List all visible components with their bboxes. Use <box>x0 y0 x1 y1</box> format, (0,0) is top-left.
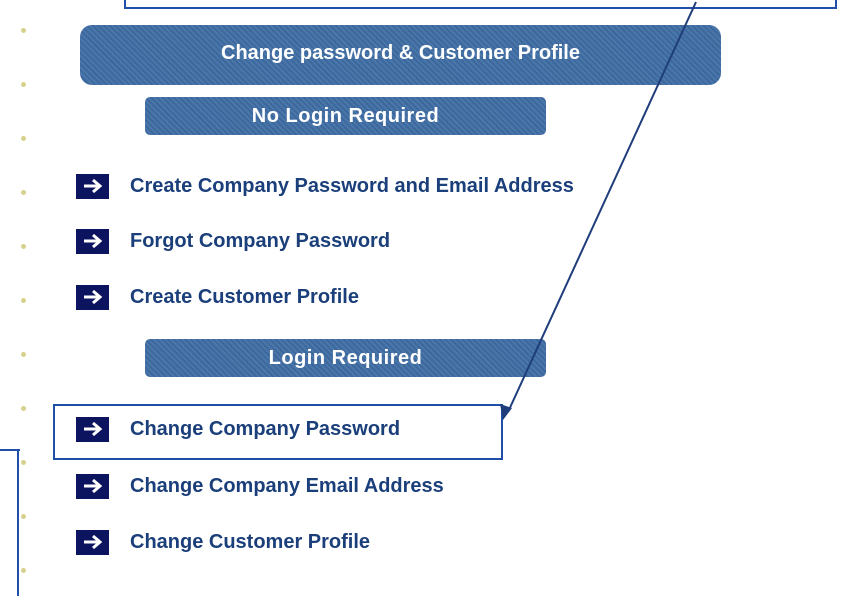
dotted-rail <box>18 0 28 596</box>
rail-dot <box>21 28 26 33</box>
arrow-right-icon <box>76 416 109 442</box>
rail-dot <box>21 82 26 87</box>
rail-dot <box>21 406 26 411</box>
link-label[interactable]: Change Company Password <box>130 418 400 441</box>
page-title: Change password & Customer Profile <box>221 41 580 64</box>
link-label[interactable]: Create Customer Profile <box>130 286 359 309</box>
link-label[interactable]: Change Company Email Address <box>130 475 444 498</box>
link-change-company-email[interactable]: Change Company Email Address <box>76 471 444 501</box>
arrow-right-icon <box>76 529 109 555</box>
link-change-company-password[interactable]: Change Company Password <box>76 414 400 444</box>
page: Change password & Customer Profile No Lo… <box>0 0 842 596</box>
rail-dot <box>21 190 26 195</box>
rail-dot <box>21 460 26 465</box>
section-no-login-label: No Login Required <box>251 104 440 127</box>
page-title-banner: Change password & Customer Profile <box>80 25 721 85</box>
section-no-login-header: No Login Required <box>145 97 546 135</box>
arrow-right-icon <box>76 228 109 254</box>
link-create-company-password[interactable]: Create Company Password and Email Addres… <box>76 171 574 201</box>
section-login-header: Login Required <box>145 339 546 377</box>
callout-frame-top <box>124 0 837 9</box>
rail-dot <box>21 514 26 519</box>
link-forgot-company-password[interactable]: Forgot Company Password <box>76 226 390 256</box>
rail-dot <box>21 244 26 249</box>
arrow-right-icon <box>76 473 109 499</box>
rail-dot <box>21 136 26 141</box>
link-change-customer-profile[interactable]: Change Customer Profile <box>76 527 370 557</box>
callout-left-line <box>17 450 19 596</box>
rail-dot <box>21 568 26 573</box>
link-label[interactable]: Forgot Company Password <box>130 230 390 253</box>
rail-dot <box>21 352 26 357</box>
link-label[interactable]: Create Company Password and Email Addres… <box>130 175 574 198</box>
section-login-label: Login Required <box>268 346 423 369</box>
link-create-customer-profile[interactable]: Create Customer Profile <box>76 282 359 312</box>
link-label[interactable]: Change Customer Profile <box>130 531 370 554</box>
rail-dot <box>21 298 26 303</box>
arrow-right-icon <box>76 284 109 310</box>
arrow-right-icon <box>76 173 109 199</box>
